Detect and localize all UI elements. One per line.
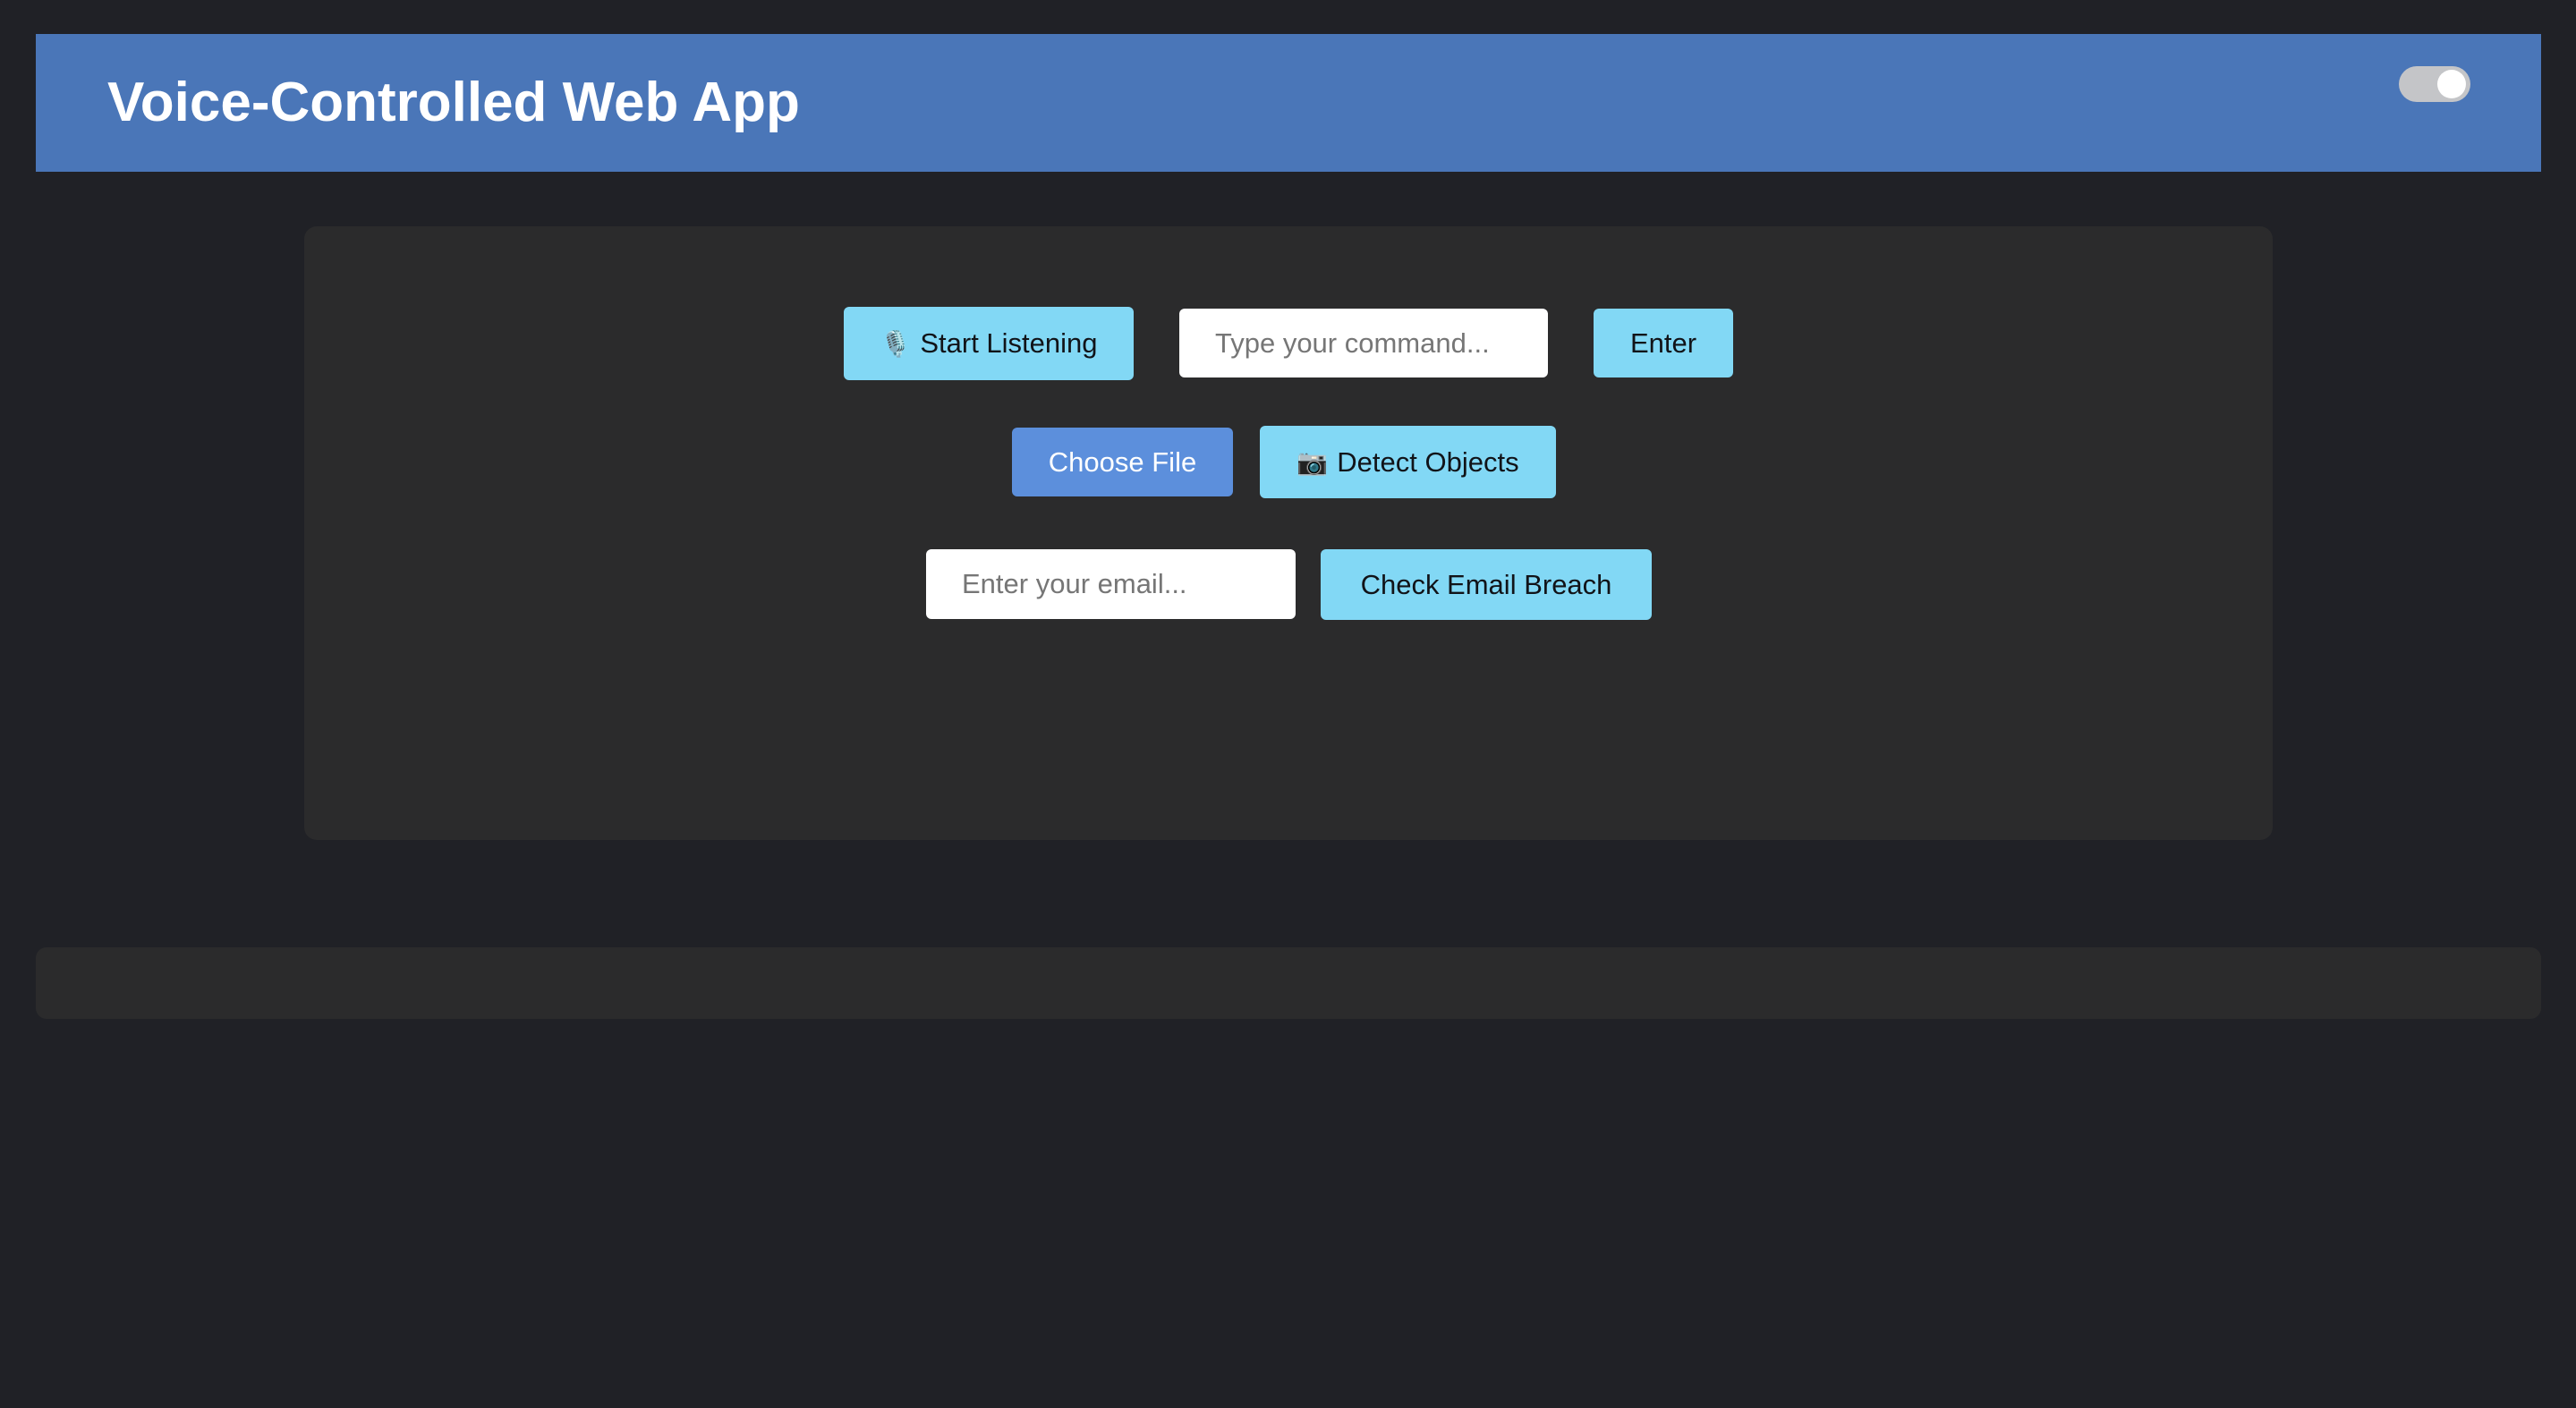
email-input[interactable] <box>926 549 1296 619</box>
enter-button[interactable]: Enter <box>1594 309 1733 377</box>
command-input[interactable] <box>1179 309 1548 377</box>
choose-file-button[interactable]: Choose File <box>1012 428 1233 496</box>
results-bar <box>36 947 2541 1019</box>
start-listening-button[interactable]: 🎙️ Start Listening <box>844 307 1134 380</box>
check-email-breach-button[interactable]: Check Email Breach <box>1321 549 1652 620</box>
detect-objects-label: Detect Objects <box>1337 445 1519 478</box>
theme-toggle[interactable] <box>2399 66 2470 102</box>
start-listening-label: Start Listening <box>920 327 1098 359</box>
app-header: Voice-Controlled Web App <box>36 34 2541 172</box>
detect-objects-button[interactable]: 📷 Detect Objects <box>1260 426 1556 498</box>
toggle-knob <box>2437 70 2466 98</box>
camera-icon: 📷 <box>1297 448 1329 476</box>
microphone-icon: 🎙️ <box>880 329 912 358</box>
app-title: Voice-Controlled Web App <box>107 72 800 133</box>
main-panel: 🎙️ Start Listening Enter Choose File 📷 D… <box>304 226 2273 840</box>
